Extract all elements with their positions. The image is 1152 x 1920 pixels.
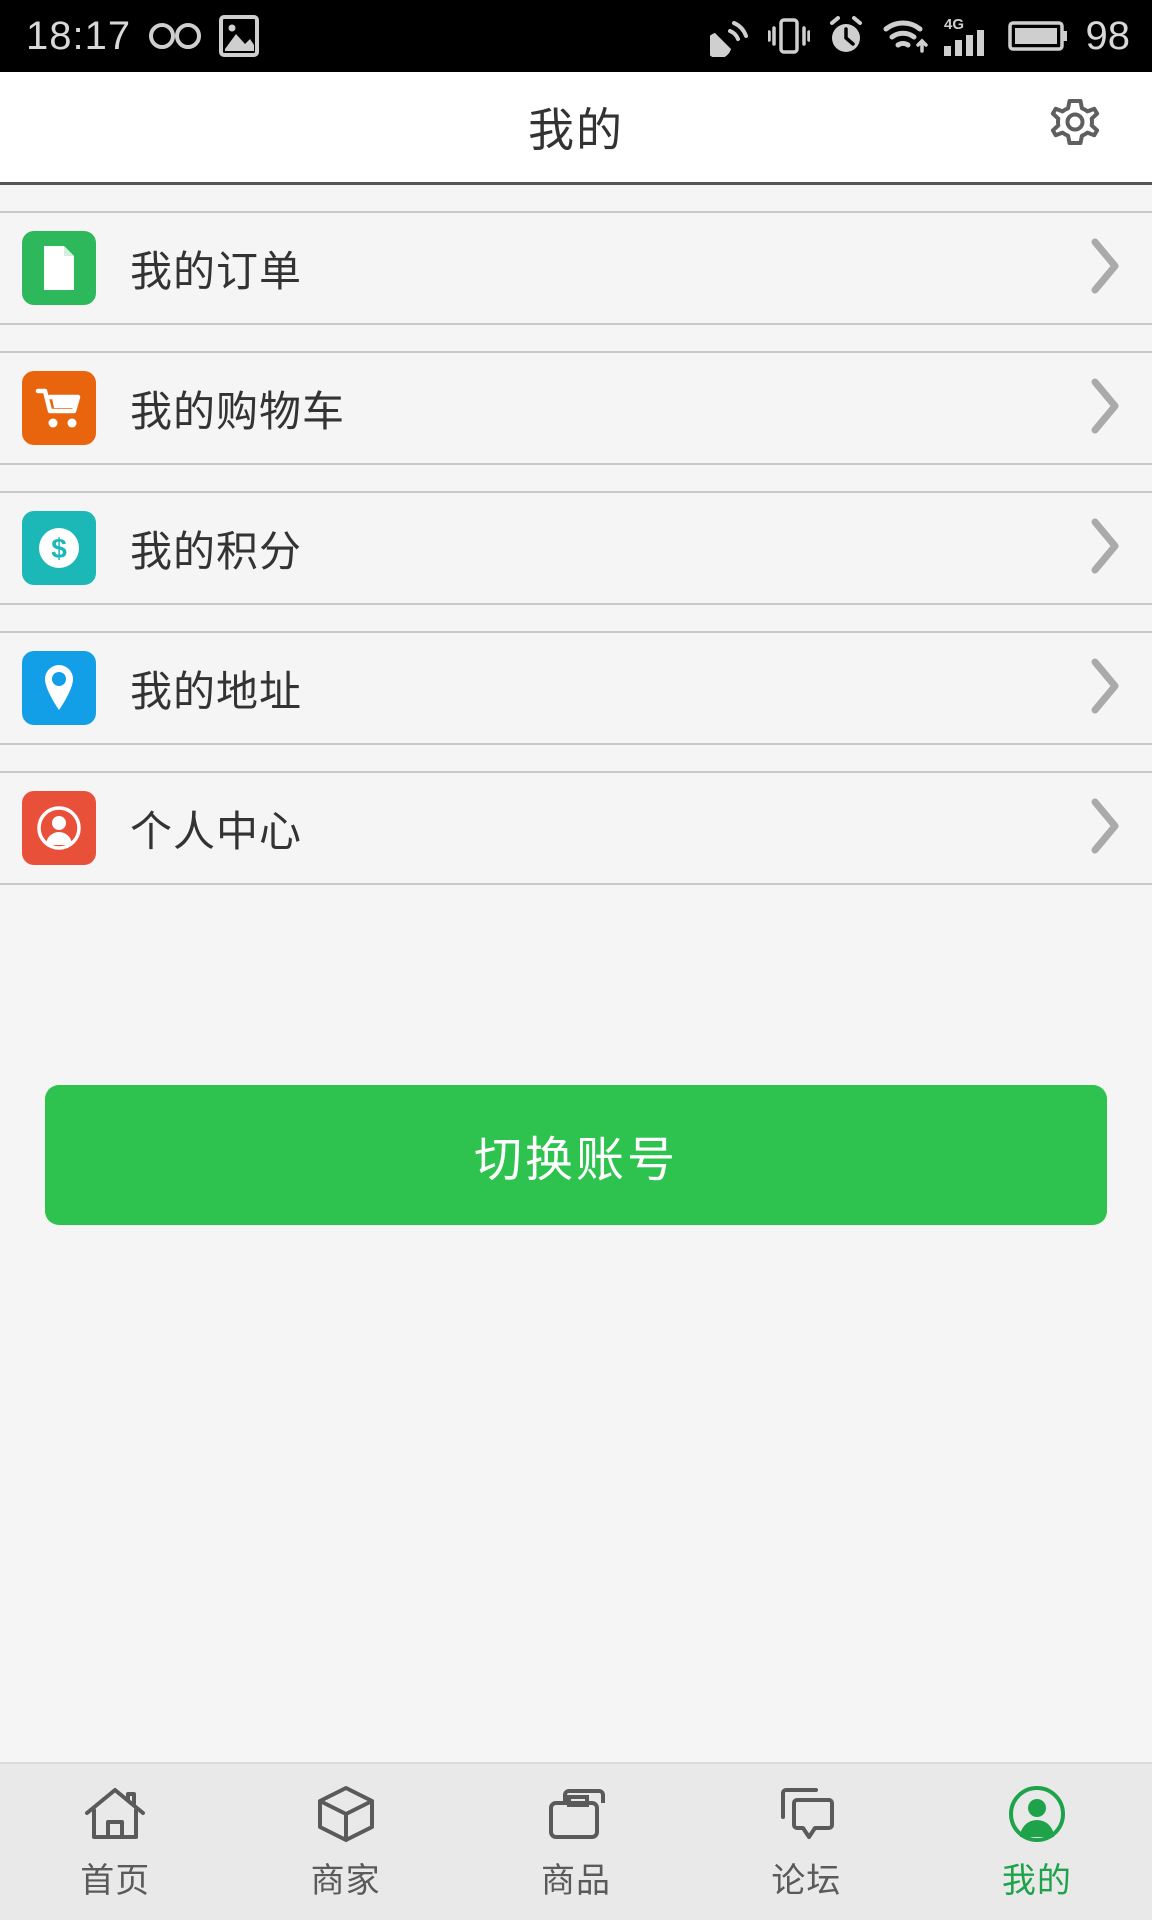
alarm-clock-icon: [829, 16, 862, 52]
document-icon: [44, 246, 74, 290]
battery-icon: [1007, 21, 1067, 51]
menu-list: 我的订单 我的购物车 $ 我的积分 我的地址 个人中心: [0, 213, 1152, 885]
image-icon: [219, 15, 260, 57]
list-item[interactable]: $ 我的积分: [0, 493, 1152, 603]
forum-icon: [781, 1787, 835, 1839]
row-spacer: [0, 605, 1152, 631]
gear-icon: [1050, 99, 1100, 145]
list-item-label: 个人中心: [130, 807, 303, 855]
svg-text:4G: 4G: [944, 16, 964, 33]
list-item[interactable]: 我的购物车: [0, 353, 1152, 463]
settings-button[interactable]: [1036, 88, 1114, 166]
tab-home[interactable]: 首页: [0, 1764, 230, 1920]
tab-label: 我的: [1001, 1861, 1072, 1900]
content-area: 切换账号: [0, 885, 1152, 1762]
status-bar-right: 4G 98: [709, 13, 1131, 59]
app-root: 18:17 4G 98 我的 我的订单 我的购物车 $ 我的积分 我的地址 个人…: [0, 0, 1152, 1920]
home-icon: [85, 1787, 146, 1839]
location-pin-icon: [45, 665, 73, 710]
switch-account-button[interactable]: 切换账号: [45, 1085, 1107, 1225]
list-item-label: 我的购物车: [130, 387, 346, 435]
document-icon-badge: [22, 231, 96, 305]
shopping-cart-icon-badge: [22, 371, 96, 445]
4g-signal-icon: 4G: [943, 16, 984, 56]
profile-icon: [1008, 1785, 1065, 1842]
chevron-right-icon: [1088, 516, 1122, 581]
tab-label: 论坛: [771, 1861, 842, 1900]
sound-waves-icon: [709, 21, 748, 57]
list-item-label: 我的订单: [130, 247, 303, 295]
status-bar: 18:17 4G 98: [0, 0, 1152, 72]
chevron-right-icon: [1088, 236, 1122, 301]
row-spacer: [0, 325, 1152, 351]
infinity-icon: [149, 23, 202, 49]
tab-products[interactable]: 商品: [461, 1764, 691, 1920]
status-time: 18:17: [26, 13, 132, 58]
list-item-label: 我的积分: [130, 527, 303, 575]
chevron-right-icon: [1088, 796, 1122, 861]
tab-forum[interactable]: 论坛: [691, 1764, 921, 1920]
chevron-right-icon: [1088, 656, 1122, 721]
list-item-label: 我的地址: [130, 667, 303, 715]
list-item[interactable]: 我的地址: [0, 633, 1152, 743]
list-item[interactable]: 我的订单: [0, 213, 1152, 323]
page-title: 我的: [528, 104, 624, 156]
dollar-coin-icon-badge: $: [22, 511, 96, 585]
person-avatar-icon: [37, 806, 81, 850]
tab-label: 商品: [541, 1861, 612, 1900]
dollar-coin-icon: $: [39, 528, 79, 568]
tab-label: 商家: [310, 1861, 381, 1900]
person-avatar-icon-badge: [22, 791, 96, 865]
cube-icon: [317, 1785, 374, 1842]
page-header: 我的: [0, 72, 1152, 182]
list-item[interactable]: 个人中心: [0, 773, 1152, 883]
status-bar-left: 18:17: [26, 13, 260, 59]
vibrate-icon: [767, 18, 810, 54]
battery-percent: 98: [1085, 13, 1131, 58]
tab-label: 首页: [80, 1861, 151, 1900]
shopping-cart-icon: [35, 388, 81, 428]
chevron-right-icon: [1088, 376, 1122, 441]
list-top-spacer: [0, 185, 1152, 211]
bottom-tab-bar: 首页 商家 商品 论坛 我的: [0, 1762, 1152, 1920]
tab-merchants[interactable]: 商家: [230, 1764, 460, 1920]
svg-text:$: $: [51, 533, 67, 564]
tab-profile[interactable]: 我的: [922, 1764, 1152, 1920]
bag-icon: [549, 1788, 606, 1839]
location-pin-icon-badge: [22, 651, 96, 725]
row-spacer: [0, 465, 1152, 491]
row-spacer: [0, 745, 1152, 771]
wifi-icon: [883, 20, 928, 53]
